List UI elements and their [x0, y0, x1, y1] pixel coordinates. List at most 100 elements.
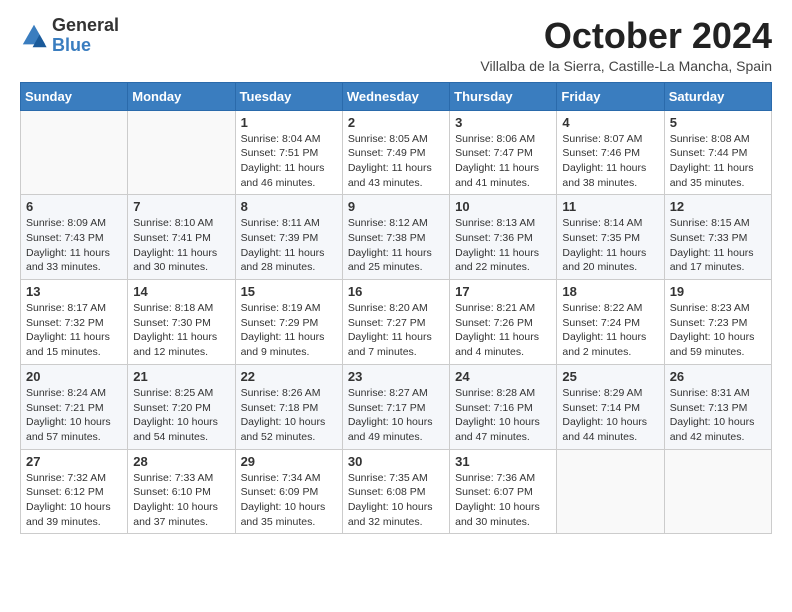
calendar-week-row: 13Sunrise: 8:17 AM Sunset: 7:32 PM Dayli… — [21, 280, 772, 365]
day-info: Sunrise: 8:31 AM Sunset: 7:13 PM Dayligh… — [670, 386, 766, 445]
day-number: 19 — [670, 284, 766, 299]
day-number: 30 — [348, 454, 444, 469]
day-info: Sunrise: 8:26 AM Sunset: 7:18 PM Dayligh… — [241, 386, 337, 445]
day-info: Sunrise: 8:13 AM Sunset: 7:36 PM Dayligh… — [455, 216, 551, 275]
day-info: Sunrise: 8:04 AM Sunset: 7:51 PM Dayligh… — [241, 132, 337, 191]
day-number: 28 — [133, 454, 229, 469]
day-number: 11 — [562, 199, 658, 214]
day-info: Sunrise: 8:18 AM Sunset: 7:30 PM Dayligh… — [133, 301, 229, 360]
day-number: 24 — [455, 369, 551, 384]
calendar-cell: 3Sunrise: 8:06 AM Sunset: 7:47 PM Daylig… — [450, 110, 557, 195]
day-info: Sunrise: 8:27 AM Sunset: 7:17 PM Dayligh… — [348, 386, 444, 445]
weekday-header: Tuesday — [235, 82, 342, 110]
calendar-cell: 10 Sunrise: 8:13 AM Sunset: 7:36 PM Dayli… — [450, 195, 557, 280]
calendar-week-row: 20Sunrise: 8:24 AM Sunset: 7:21 PM Dayli… — [21, 364, 772, 449]
calendar-cell: 16 Sunrise: 8:20 AM Sunset: 7:27 PM Dayli… — [342, 280, 449, 365]
calendar-cell: 15 Sunrise: 8:19 AM Sunset: 7:29 PM Dayli… — [235, 280, 342, 365]
calendar-cell: 17 Sunrise: 8:21 AM Sunset: 7:26 PM Dayli… — [450, 280, 557, 365]
day-number: 10 — [455, 199, 551, 214]
calendar-cell: 20Sunrise: 8:24 AM Sunset: 7:21 PM Dayli… — [21, 364, 128, 449]
location: Villalba de la Sierra, Castille-La Manch… — [480, 58, 772, 74]
calendar-week-row: 6Sunrise: 8:09 AM Sunset: 7:43 PM Daylig… — [21, 195, 772, 280]
calendar-cell: 11 Sunrise: 8:14 AM Sunset: 7:35 PM Dayli… — [557, 195, 664, 280]
day-number: 1 — [241, 115, 337, 130]
day-number: 31 — [455, 454, 551, 469]
calendar-cell: 8Sunrise: 8:11 AM Sunset: 7:39 PM Daylig… — [235, 195, 342, 280]
calendar-cell: 12 Sunrise: 8:15 AM Sunset: 7:33 PM Dayli… — [664, 195, 771, 280]
calendar-cell: 25 Sunrise: 8:29 AM Sunset: 7:14 PM Dayli… — [557, 364, 664, 449]
calendar-cell: 1 Sunrise: 8:04 AM Sunset: 7:51 PM Daylig… — [235, 110, 342, 195]
calendar-cell — [21, 110, 128, 195]
weekday-header: Thursday — [450, 82, 557, 110]
weekday-header: Friday — [557, 82, 664, 110]
month-title: October 2024 — [480, 16, 772, 56]
day-number: 17 — [455, 284, 551, 299]
day-number: 2 — [348, 115, 444, 130]
day-number: 26 — [670, 369, 766, 384]
day-number: 22 — [241, 369, 337, 384]
day-info: Sunrise: 7:32 AM Sunset: 6:12 PM Dayligh… — [26, 471, 122, 530]
day-info: Sunrise: 8:25 AM Sunset: 7:20 PM Dayligh… — [133, 386, 229, 445]
day-info: Sunrise: 7:33 AM Sunset: 6:10 PM Dayligh… — [133, 471, 229, 530]
day-number: 29 — [241, 454, 337, 469]
calendar-cell: 13Sunrise: 8:17 AM Sunset: 7:32 PM Dayli… — [21, 280, 128, 365]
day-info: Sunrise: 8:23 AM Sunset: 7:23 PM Dayligh… — [670, 301, 766, 360]
day-number: 5 — [670, 115, 766, 130]
day-info: Sunrise: 8:19 AM Sunset: 7:29 PM Dayligh… — [241, 301, 337, 360]
day-info: Sunrise: 8:05 AM Sunset: 7:49 PM Dayligh… — [348, 132, 444, 191]
calendar-header-row: SundayMondayTuesdayWednesdayThursdayFrid… — [21, 82, 772, 110]
day-number: 21 — [133, 369, 229, 384]
day-number: 16 — [348, 284, 444, 299]
calendar-week-row: 27 Sunrise: 7:32 AM Sunset: 6:12 PM Dayli… — [21, 449, 772, 534]
day-info: Sunrise: 8:14 AM Sunset: 7:35 PM Dayligh… — [562, 216, 658, 275]
logo-icon — [20, 22, 48, 50]
page: General Blue October 2024 Villalba de la… — [0, 0, 792, 550]
logo-general: General — [52, 16, 119, 36]
day-number: 3 — [455, 115, 551, 130]
day-info: Sunrise: 7:36 AM Sunset: 6:07 PM Dayligh… — [455, 471, 551, 530]
day-info: Sunrise: 8:07 AM Sunset: 7:46 PM Dayligh… — [562, 132, 658, 191]
logo-text: General Blue — [52, 16, 119, 56]
day-info: Sunrise: 8:20 AM Sunset: 7:27 PM Dayligh… — [348, 301, 444, 360]
day-number: 14 — [133, 284, 229, 299]
day-number: 27 — [26, 454, 122, 469]
weekday-header: Monday — [128, 82, 235, 110]
calendar-cell: 28 Sunrise: 7:33 AM Sunset: 6:10 PM Dayli… — [128, 449, 235, 534]
calendar-cell: 21 Sunrise: 8:25 AM Sunset: 7:20 PM Dayli… — [128, 364, 235, 449]
day-info: Sunrise: 8:15 AM Sunset: 7:33 PM Dayligh… — [670, 216, 766, 275]
title-block: October 2024 Villalba de la Sierra, Cast… — [480, 16, 772, 74]
calendar-cell: 5 Sunrise: 8:08 AM Sunset: 7:44 PM Daylig… — [664, 110, 771, 195]
calendar-cell: 29 Sunrise: 7:34 AM Sunset: 6:09 PM Dayli… — [235, 449, 342, 534]
calendar-cell — [128, 110, 235, 195]
calendar-cell: 27 Sunrise: 7:32 AM Sunset: 6:12 PM Dayli… — [21, 449, 128, 534]
day-info: Sunrise: 8:21 AM Sunset: 7:26 PM Dayligh… — [455, 301, 551, 360]
day-number: 18 — [562, 284, 658, 299]
day-info: Sunrise: 8:22 AM Sunset: 7:24 PM Dayligh… — [562, 301, 658, 360]
calendar-cell — [664, 449, 771, 534]
calendar-cell: 2 Sunrise: 8:05 AM Sunset: 7:49 PM Daylig… — [342, 110, 449, 195]
day-number: 7 — [133, 199, 229, 214]
calendar-week-row: 1 Sunrise: 8:04 AM Sunset: 7:51 PM Daylig… — [21, 110, 772, 195]
logo-blue: Blue — [52, 36, 119, 56]
calendar-cell: 26 Sunrise: 8:31 AM Sunset: 7:13 PM Dayli… — [664, 364, 771, 449]
day-number: 4 — [562, 115, 658, 130]
calendar-cell: 30Sunrise: 7:35 AM Sunset: 6:08 PM Dayli… — [342, 449, 449, 534]
day-number: 8 — [241, 199, 337, 214]
calendar-cell: 19 Sunrise: 8:23 AM Sunset: 7:23 PM Dayli… — [664, 280, 771, 365]
calendar-cell: 14 Sunrise: 8:18 AM Sunset: 7:30 PM Dayli… — [128, 280, 235, 365]
calendar-cell: 6Sunrise: 8:09 AM Sunset: 7:43 PM Daylig… — [21, 195, 128, 280]
header: General Blue October 2024 Villalba de la… — [20, 16, 772, 74]
day-info: Sunrise: 7:34 AM Sunset: 6:09 PM Dayligh… — [241, 471, 337, 530]
day-number: 12 — [670, 199, 766, 214]
day-info: Sunrise: 8:08 AM Sunset: 7:44 PM Dayligh… — [670, 132, 766, 191]
day-number: 25 — [562, 369, 658, 384]
day-number: 23 — [348, 369, 444, 384]
calendar-cell: 24Sunrise: 8:28 AM Sunset: 7:16 PM Dayli… — [450, 364, 557, 449]
day-info: Sunrise: 8:29 AM Sunset: 7:14 PM Dayligh… — [562, 386, 658, 445]
day-number: 15 — [241, 284, 337, 299]
weekday-header: Wednesday — [342, 82, 449, 110]
calendar-cell — [557, 449, 664, 534]
day-number: 9 — [348, 199, 444, 214]
day-info: Sunrise: 8:12 AM Sunset: 7:38 PM Dayligh… — [348, 216, 444, 275]
calendar-cell: 4 Sunrise: 8:07 AM Sunset: 7:46 PM Daylig… — [557, 110, 664, 195]
